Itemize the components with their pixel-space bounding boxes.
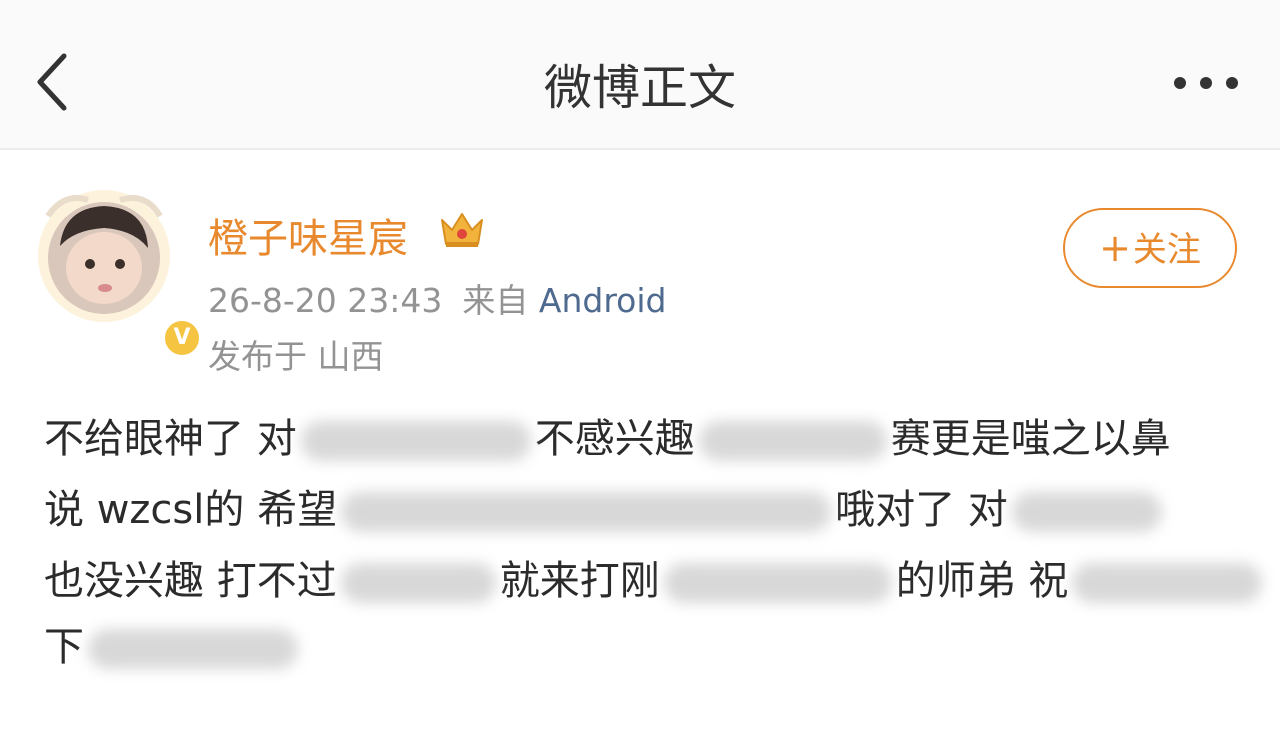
post-content-line: 说 wzcsl的 希望 哦对了 对	[44, 483, 1244, 537]
content-text: 的师弟 祝	[895, 558, 1069, 604]
avatar[interactable]: V	[34, 186, 202, 358]
page-title: 微博正文	[543, 60, 736, 116]
plus-icon: +	[1099, 226, 1131, 270]
weibo-post: V 橙子味星宸 26-8-20 23:43 来自 Android 发布于 山西 +…	[0, 150, 1280, 737]
content-text: 就来打刚	[499, 558, 660, 604]
redacted-blur	[1011, 492, 1162, 532]
redacted-blur	[698, 421, 887, 461]
more-button[interactable]	[1166, 66, 1246, 100]
author-name[interactable]: 橙子味星宸	[208, 206, 408, 264]
post-content-line: 也没兴趣 打不过 就来打刚 的师弟 祝	[44, 554, 1263, 608]
content-text: 不感兴趣	[534, 416, 695, 462]
follow-button[interactable]: +关注	[1063, 208, 1237, 288]
content-text: 哦对了 对	[835, 487, 1008, 533]
redacted-blur	[1072, 563, 1263, 603]
content-text: 不给眼神了 对	[44, 416, 297, 462]
redacted-blur	[340, 563, 496, 603]
post-meta: 26-8-20 23:43 来自 Android	[208, 274, 666, 322]
redacted-blur	[88, 629, 298, 669]
content-text: 也没兴趣 打不过	[44, 558, 337, 604]
follow-label: 关注	[1132, 230, 1201, 270]
post-timestamp: 26-8-20 23:43	[208, 281, 443, 320]
post-location: 发布于 山西	[208, 337, 384, 376]
content-text: 下	[44, 624, 84, 670]
crown-icon	[438, 208, 486, 250]
redacted-blur	[300, 421, 531, 461]
post-content-line: 下	[44, 620, 1244, 674]
top-nav-bar: 微博正文	[0, 0, 1280, 150]
post-content-line: 不给眼神了 对 不感兴趣 赛更是嗤之以鼻	[44, 412, 1244, 466]
back-button[interactable]	[28, 50, 78, 114]
chevron-left-icon	[37, 53, 67, 111]
content-text: 说 wzcsl的 希望	[44, 487, 338, 533]
content-text: 赛更是嗤之以鼻	[890, 416, 1171, 462]
source-prefix: 来自	[462, 281, 529, 320]
more-dots-icon	[1174, 77, 1238, 89]
verified-v-icon: V	[162, 318, 202, 358]
avatar-frame-icon	[38, 190, 170, 322]
source-app-link[interactable]: Android	[539, 281, 667, 320]
redacted-blur	[663, 563, 892, 603]
redacted-blur	[341, 492, 832, 532]
